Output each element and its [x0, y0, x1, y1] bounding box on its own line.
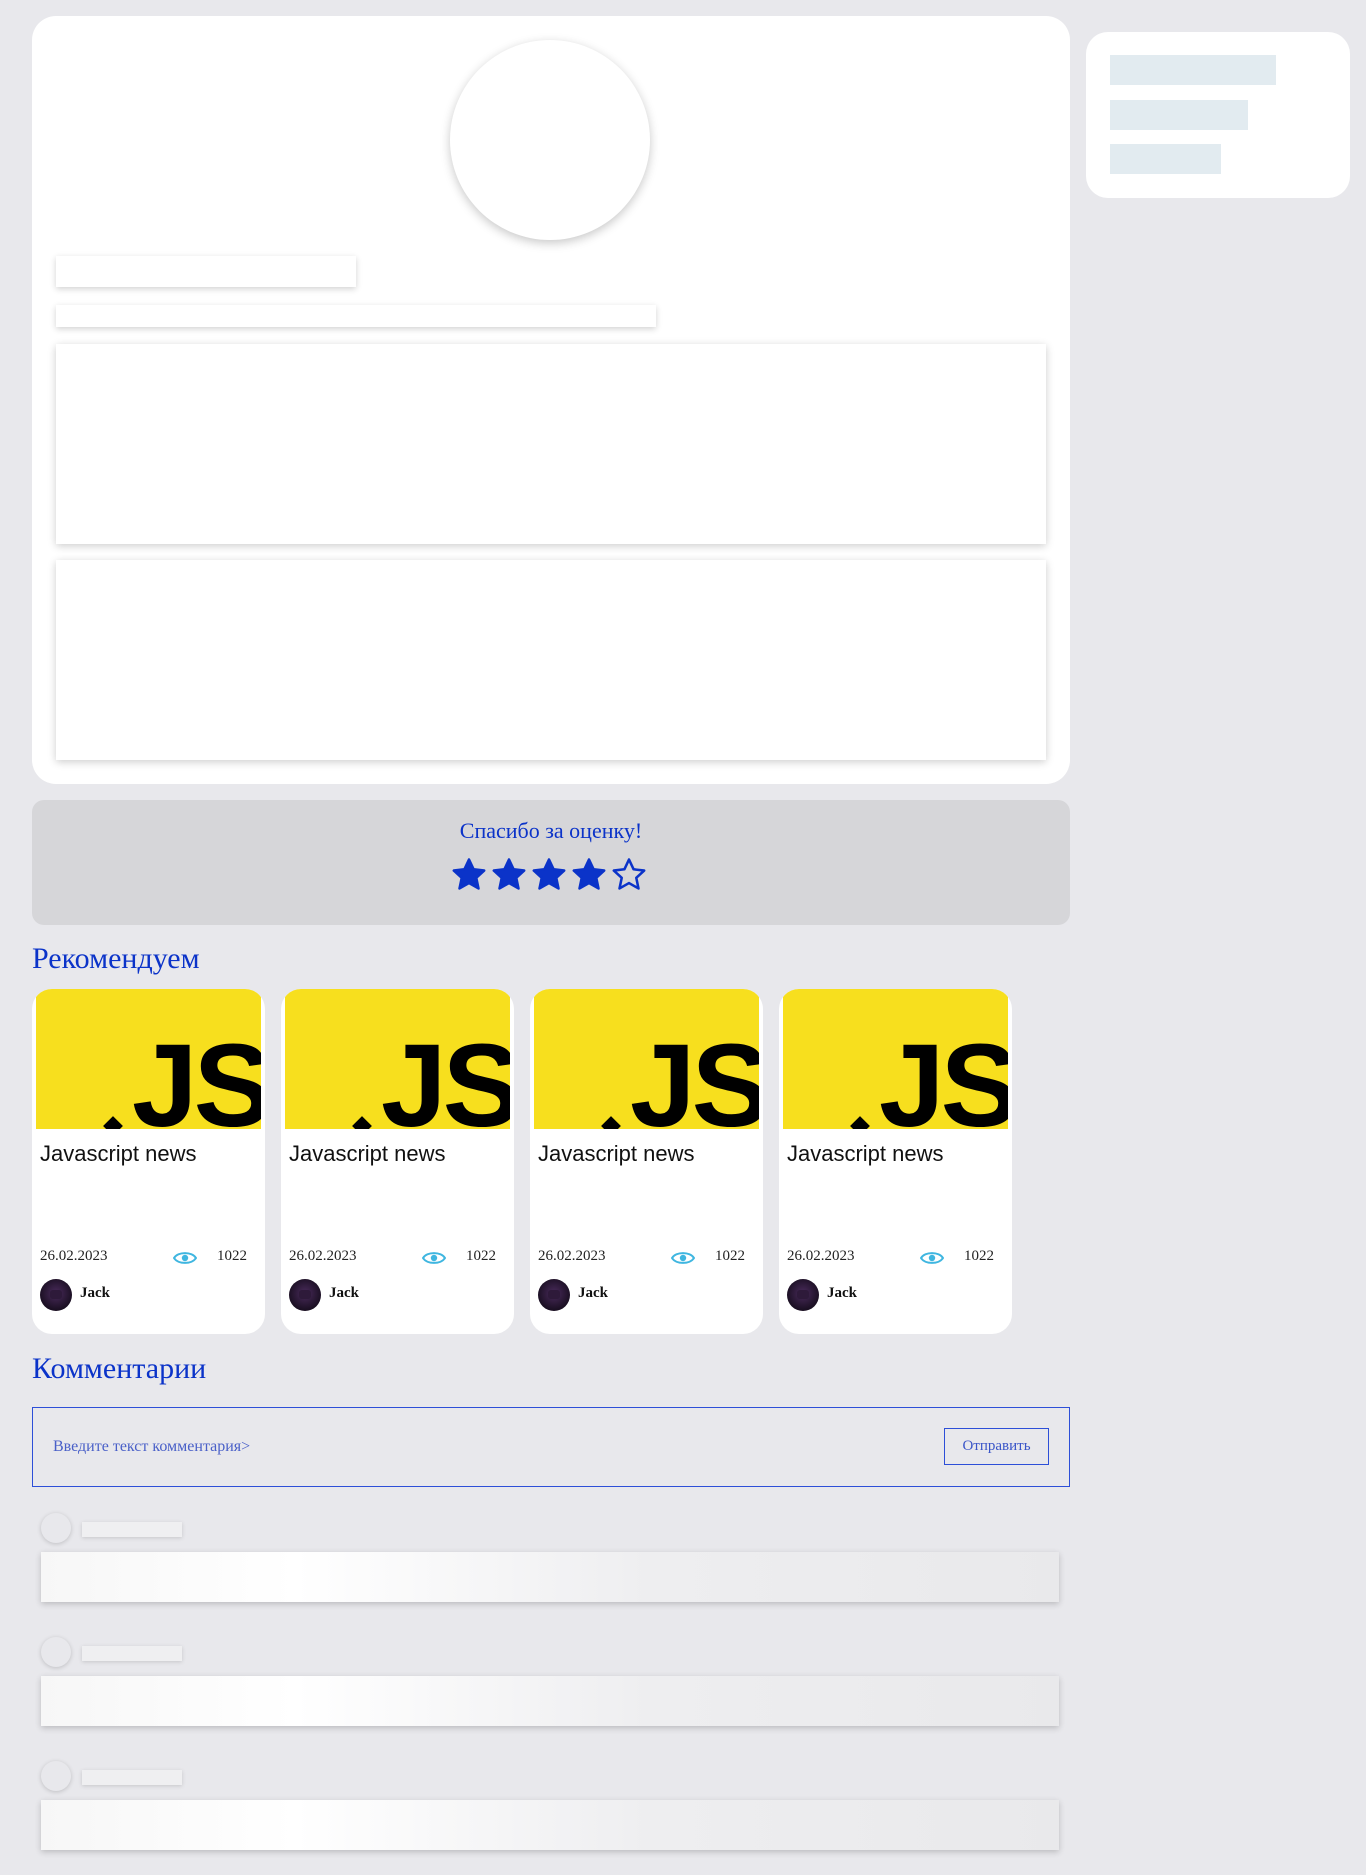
- sidebar-line-skeleton: [1110, 100, 1248, 130]
- sidebar-line-skeleton: [1110, 144, 1221, 174]
- send-comment-button[interactable]: Отправить: [944, 1428, 1049, 1465]
- author-avatar[interactable]: [40, 1279, 72, 1311]
- comment-author-skeleton: [82, 1522, 182, 1537]
- comment-skeleton: [41, 1513, 1061, 1638]
- js-logo-text: JS: [879, 1020, 1008, 1129]
- comments-title: Комментарии: [32, 1352, 207, 1385]
- js-logo-mark: [601, 1116, 621, 1129]
- sidebar-line-skeleton: [1110, 55, 1276, 85]
- star-empty-icon[interactable]: [610, 856, 648, 894]
- article-block-skeleton: [56, 560, 1046, 760]
- comment-body-skeleton: [41, 1552, 1059, 1602]
- views-count: 1022: [964, 1248, 994, 1264]
- eye-icon: [671, 1252, 695, 1264]
- author-name[interactable]: Jack: [329, 1285, 359, 1302]
- article-subtitle-skeleton: [56, 305, 656, 327]
- star-filled-icon[interactable]: [450, 856, 488, 894]
- comment-avatar-skeleton: [41, 1513, 71, 1543]
- rating-stars: [450, 856, 648, 894]
- js-thumbnail-image[interactable]: JS: [534, 989, 759, 1129]
- comment-author-skeleton: [82, 1646, 182, 1661]
- comment-avatar-skeleton: [41, 1637, 71, 1667]
- recommendations-title: Рекомендуем: [32, 942, 200, 975]
- rating-panel: Спасибо за оценку!: [32, 800, 1070, 925]
- author-avatar[interactable]: [289, 1279, 321, 1311]
- recommendation-title[interactable]: Javascript news: [787, 1141, 944, 1167]
- publish-date: 26.02.2023: [787, 1248, 855, 1264]
- comment-form: Отправить: [32, 1407, 1070, 1487]
- comment-skeleton: [41, 1637, 1061, 1762]
- views-count: 1022: [466, 1248, 496, 1264]
- views-count: 1022: [217, 1248, 247, 1264]
- js-logo-text: JS: [132, 1020, 261, 1129]
- star-filled-icon[interactable]: [570, 856, 608, 894]
- author-name[interactable]: Jack: [827, 1285, 857, 1302]
- views-count: 1022: [715, 1248, 745, 1264]
- js-thumbnail-image[interactable]: JS: [285, 989, 510, 1129]
- recommendation-card[interactable]: JS Javascript news 26.02.2023 1022 Jack: [779, 989, 1012, 1334]
- author-avatar[interactable]: [538, 1279, 570, 1311]
- star-filled-icon[interactable]: [490, 856, 528, 894]
- recommendation-card[interactable]: JS Javascript news 26.02.2023 1022 Jack: [32, 989, 265, 1334]
- article-image-skeleton: [450, 40, 650, 240]
- js-logo-mark: [352, 1116, 372, 1129]
- comment-avatar-skeleton: [41, 1761, 71, 1791]
- publish-date: 26.02.2023: [289, 1248, 357, 1264]
- recommendation-card[interactable]: JS Javascript news 26.02.2023 1022 Jack: [530, 989, 763, 1334]
- comment-author-skeleton: [82, 1770, 182, 1785]
- js-logo-mark: [850, 1116, 870, 1129]
- eye-icon: [920, 1252, 944, 1264]
- recommendation-title[interactable]: Javascript news: [289, 1141, 446, 1167]
- comment-input[interactable]: [53, 1434, 753, 1460]
- author-avatar[interactable]: [787, 1279, 819, 1311]
- article-title-skeleton: [56, 256, 356, 287]
- rating-thanks-text: Спасибо за оценку!: [459, 818, 643, 843]
- js-logo-mark: [103, 1116, 123, 1129]
- recommendation-title[interactable]: Javascript news: [40, 1141, 197, 1167]
- eye-icon: [422, 1252, 446, 1264]
- js-thumbnail-image[interactable]: JS: [783, 989, 1008, 1129]
- publish-date: 26.02.2023: [538, 1248, 606, 1264]
- author-name[interactable]: Jack: [578, 1285, 608, 1302]
- article-block-skeleton: [56, 344, 1046, 544]
- publish-date: 26.02.2023: [40, 1248, 108, 1264]
- star-filled-icon[interactable]: [530, 856, 568, 894]
- js-thumbnail-image[interactable]: JS: [36, 989, 261, 1129]
- comment-body-skeleton: [41, 1800, 1059, 1850]
- js-logo-text: JS: [630, 1020, 759, 1129]
- comment-body-skeleton: [41, 1676, 1059, 1726]
- eye-icon: [173, 1252, 197, 1264]
- recommendation-card[interactable]: JS Javascript news 26.02.2023 1022 Jack: [281, 989, 514, 1334]
- recommendation-title[interactable]: Javascript news: [538, 1141, 695, 1167]
- js-logo-text: JS: [381, 1020, 510, 1129]
- sidebar-skeleton-card: [1086, 32, 1350, 198]
- comment-skeleton: [41, 1761, 1061, 1875]
- author-name[interactable]: Jack: [80, 1285, 110, 1302]
- article-skeleton-card: [32, 16, 1070, 784]
